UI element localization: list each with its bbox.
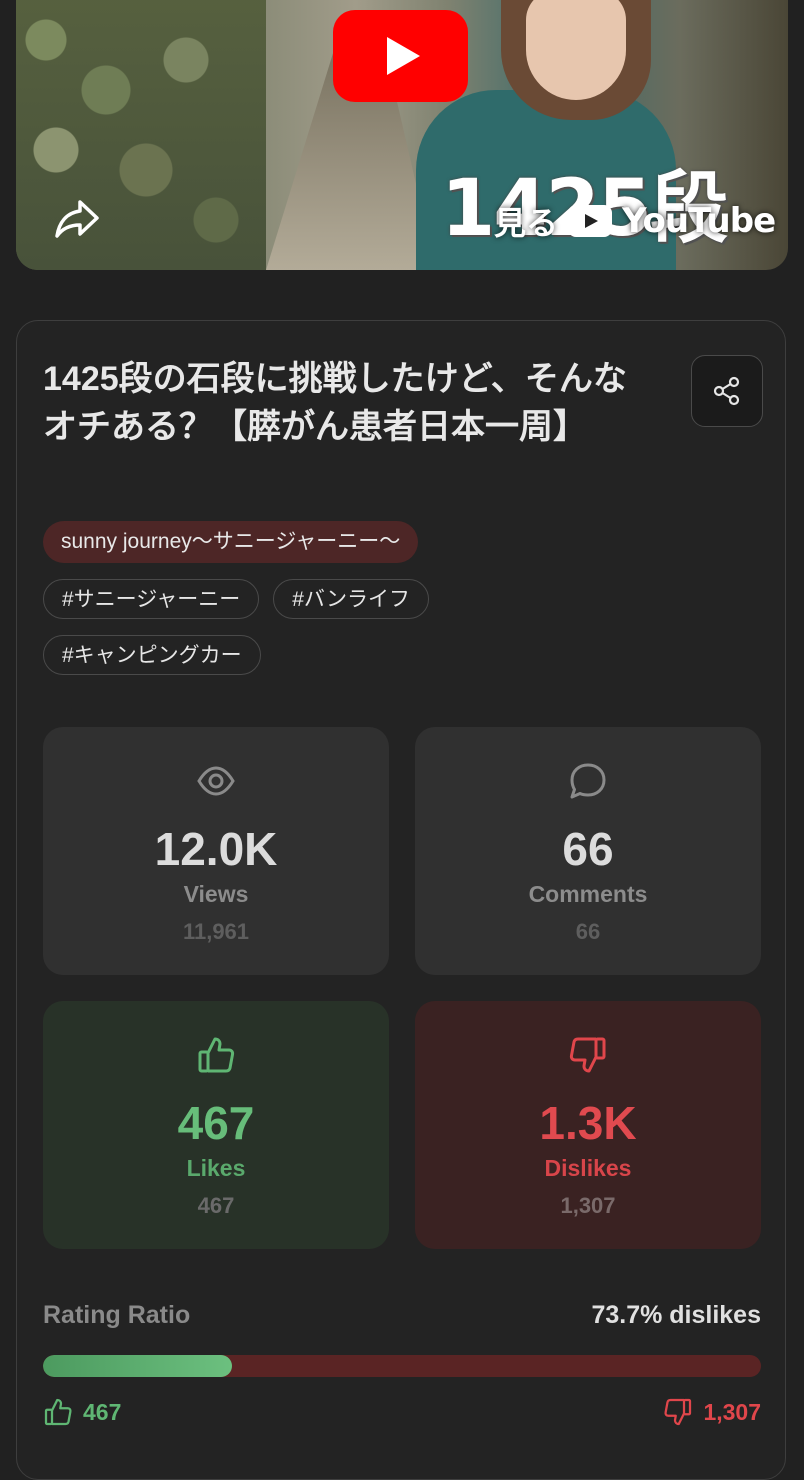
share-icon (713, 376, 740, 406)
dislikes-exact: 1,307 (560, 1193, 616, 1218)
likes-exact: 467 (197, 1193, 235, 1218)
thumbs-up-icon (44, 1398, 72, 1426)
hashtag-chip[interactable]: #キャンピングカー (43, 635, 261, 675)
likes-count: 467 (177, 1097, 255, 1149)
thumbs-up-icon (198, 1037, 235, 1073)
video-share-icon[interactable] (54, 198, 100, 240)
rating-ratio-bar (43, 1355, 761, 1377)
comments-label: Comments (528, 881, 648, 907)
share-button[interactable] (691, 355, 763, 427)
watch-on-youtube-link[interactable]: 見る YouTube (494, 198, 776, 244)
rating-dislikes-count: 1,307 (703, 1398, 761, 1425)
thumbs-down-icon (664, 1398, 692, 1426)
rating-ratio-like-fill (43, 1355, 232, 1377)
youtube-wordmark: YouTube (622, 201, 776, 241)
dislikes-count: 1.3K (539, 1097, 637, 1149)
likes-stat-card: 467 Likes 467 (43, 1001, 389, 1249)
comments-exact: 66 (575, 919, 601, 944)
comment-icon (570, 763, 606, 799)
rating-likes-count: 467 (83, 1398, 122, 1425)
thumbs-down-icon (569, 1037, 606, 1073)
views-exact: 11,961 (182, 919, 250, 944)
comments-count: 66 (562, 823, 614, 875)
likes-label: Likes (186, 1155, 246, 1181)
hashtag-list: #サニージャーニー #バンライフ #キャンピングカー (43, 579, 663, 691)
video-info-card: 1425段の石段に挑戦したけど、そんなオチある？【膵がん患者日本一周】 sunn… (16, 320, 786, 1480)
rating-ratio-label: Rating Ratio (43, 1301, 191, 1329)
views-stat-card: 12.0K Views 11,961 (43, 727, 389, 975)
dislikes-label: Dislikes (544, 1155, 632, 1181)
views-label: Views (183, 881, 249, 907)
eye-icon (197, 766, 235, 796)
rating-likes-footer: 467 (43, 1397, 121, 1427)
comments-stat-card: 66 Comments 66 (415, 727, 761, 975)
dislikes-stat-card: 1.3K Dislikes 1,307 (415, 1001, 761, 1249)
hashtag-chip[interactable]: #サニージャーニー (43, 579, 260, 619)
play-button[interactable] (333, 10, 468, 102)
hashtag-chip[interactable]: #バンライフ (273, 579, 429, 619)
youtube-logo-icon (568, 205, 613, 237)
video-title: 1425段の石段に挑戦したけど、そんなオチある？【膵がん患者日本一周】 (43, 360, 627, 446)
rating-dislikes-footer: 1,307 (663, 1397, 761, 1427)
views-count: 12.0K (154, 823, 278, 875)
video-player[interactable]: 1425段 見る YouTube (16, 0, 788, 270)
channel-badge[interactable]: sunny journey〜サニージャーニー〜 (43, 521, 419, 563)
rating-ratio-summary: 73.7% dislikes (591, 1301, 761, 1329)
watch-label: 見る (494, 205, 559, 241)
